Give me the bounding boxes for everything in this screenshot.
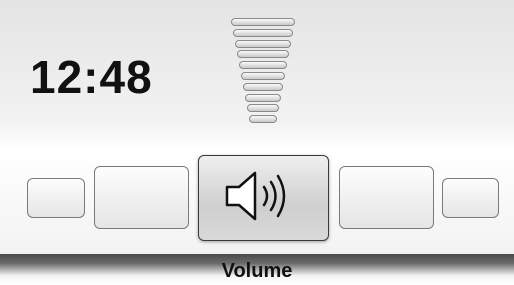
volume-level-bar [239,61,287,70]
carousel-item-far-left[interactable] [27,178,85,218]
volume-level-bar [233,28,293,37]
volume-level-bar [247,104,279,113]
volume-level-bar [245,93,281,102]
volume-level-bar [235,39,291,48]
footer-label: Volume [221,260,293,282]
volume-level-indicator [230,18,296,130]
carousel-item-left[interactable] [94,166,189,229]
clock: 12:48 [30,51,153,103]
volume-level-bar [241,72,285,80]
carousel-item-far-right[interactable] [442,178,499,218]
volume-level-bar [243,82,283,91]
volume-level-bar [237,50,289,59]
carousel-item-right[interactable] [339,166,434,229]
volume-level-bar [231,18,295,26]
carousel-item-volume[interactable] [198,155,329,241]
footer-bar: Volume [0,254,514,285]
volume-level-bar [249,115,277,124]
speaker-volume-icon [219,165,309,232]
volume-screen: 12:48 Volume [0,0,514,285]
